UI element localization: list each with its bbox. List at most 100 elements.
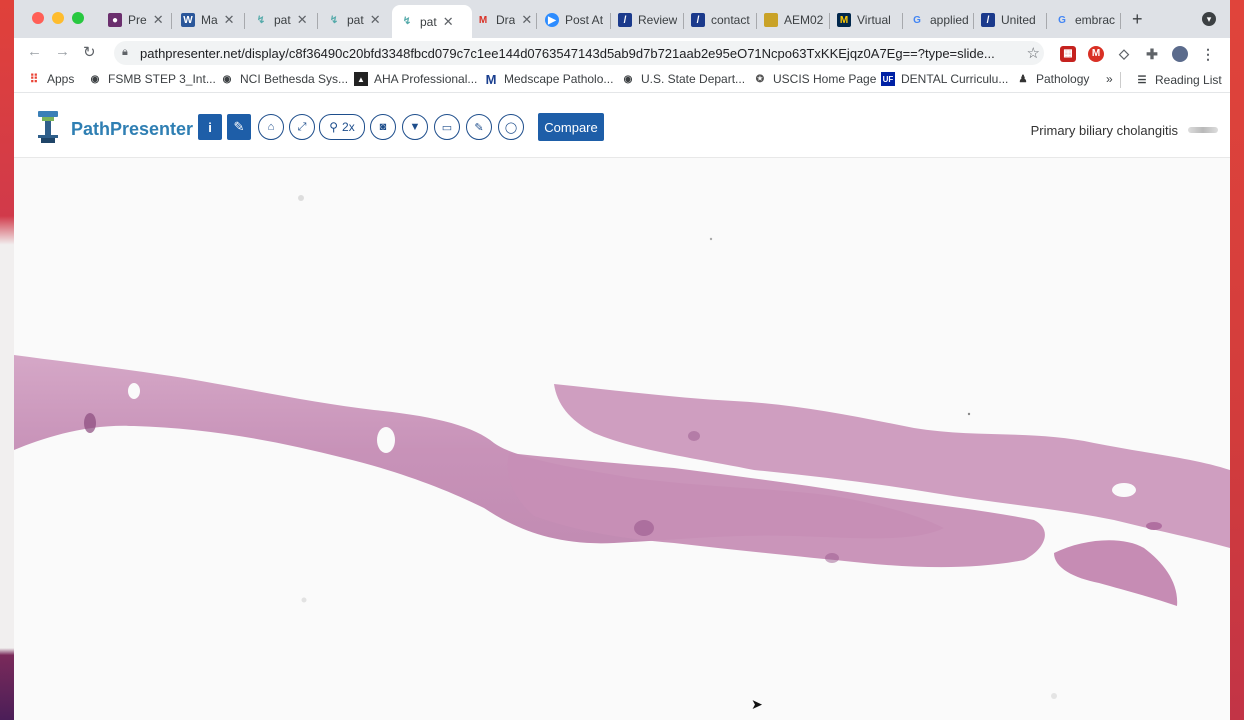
bookmarks-overflow-button[interactable]: » [1106,72,1113,86]
back-arrow-icon[interactable]: ← [27,43,42,60]
url-text[interactable]: pathpresenter.net/display/c8f36490c20bfd… [140,46,995,61]
tab-favicon-icon: / [981,13,995,27]
tab-title: Pre [128,13,147,27]
close-tab-icon[interactable]: ✕ [521,12,532,28]
snapshot-button[interactable]: ◙ [370,114,396,140]
bookmark-item[interactable]: ▲ AHA Professional... [354,72,477,86]
magnifier-icon: ⚲ [329,120,339,134]
close-tab-icon[interactable]: ✕ [370,12,381,28]
shield-icon[interactable]: ◇ [1116,46,1132,62]
close-tab-icon[interactable]: ✕ [224,12,235,28]
forward-arrow-icon[interactable]: → [55,43,70,60]
browser-tab[interactable]: M Virtual [837,5,891,35]
tissue-section-image [14,195,1230,699]
slide-viewer[interactable]: ➤ [14,158,1230,720]
present-button[interactable]: ▭ [434,114,460,140]
rotate-button[interactable]: ◯ [498,114,524,140]
new-tab-plus-icon[interactable]: + [1132,9,1143,30]
lock-icon: 🔒︎ [122,46,128,58]
tab-title: Review [638,13,678,27]
desktop-background-right [1230,0,1244,720]
extension-m-icon[interactable]: M [1088,46,1104,62]
info-button[interactable]: i [198,114,222,140]
extension-icon[interactable]: ▦ [1060,46,1076,62]
bookmark-item[interactable]: ♟ Pathology [1016,72,1090,86]
compare-button[interactable]: Compare [538,113,604,141]
browser-menu-icon[interactable]: ⋮ [1200,46,1216,62]
address-bar[interactable]: 🔒︎ pathpresenter.net/display/c8f36490c20… [114,41,1044,65]
desktop-background-left [0,0,14,720]
browser-tab[interactable]: W Ma ✕ [181,5,235,35]
slide-thumbnail[interactable] [1188,127,1218,133]
close-window-button[interactable] [32,12,44,24]
michigan-icon: M [837,13,851,27]
bookmark-item[interactable]: UF DENTAL Curriculu... [881,72,1008,86]
home-button[interactable]: ⌂ [258,114,284,140]
extensions-puzzle-icon[interactable]: ✚ [1144,46,1160,62]
address-bar-row: ← → ↻ 🔒︎ pathpresenter.net/display/c8f36… [14,38,1230,68]
tab-title: Dra [496,13,516,27]
tab-favicon-icon: ↯ [402,16,412,27]
minimize-window-button[interactable] [52,12,64,24]
bookmark-star-icon[interactable]: ☆ [1027,44,1040,62]
monitor-icon: ▭ [441,121,453,134]
folder-icon [764,13,778,27]
browser-tab[interactable]: ▶ Post At [545,5,603,35]
bookmarks-bar: ⠿ Apps ◉ FSMB STEP 3_Int... ◉ NCI Bethes… [14,68,1230,93]
camera-icon: ◙ [379,121,387,133]
google-icon: G [913,14,921,26]
fullscreen-button[interactable]: ⤢ [289,114,315,140]
attachments-button[interactable]: ✎ [227,114,251,140]
browser-tab[interactable]: / contact [691,5,750,35]
brand-name: PathPresenter [71,119,194,139]
annotate-button[interactable]: ✎ [466,114,492,140]
browser-tab[interactable]: / Review [618,5,677,35]
rotate-icon: ◯ [504,121,518,134]
maximize-window-button[interactable] [72,12,84,24]
close-tab-icon[interactable]: ✕ [297,12,308,28]
tab-title: Post At [565,13,604,27]
medscape-icon: M [485,71,497,87]
browser-tab[interactable]: AEM02 [764,5,823,35]
reload-icon[interactable]: ↻ [83,43,96,61]
diagnosis-title: Primary biliary cholangitis [1030,123,1178,138]
pencil-icon: ✎ [474,121,484,134]
paperclip-icon: ✎ [233,119,245,134]
tab-strip: ● Pre ✕ W Ma ✕ ↯ pat ✕ ↯ pat ✕ ↯ pat ✕ M [14,0,1230,38]
profile-avatar[interactable] [1172,46,1188,62]
tab-title: United [1001,13,1036,27]
mouse-cursor-icon: ➤ [751,696,763,712]
apps-grid-icon: ⠿ [29,72,39,86]
bookmark-item[interactable]: ◉ FSMB STEP 3_Int... [88,72,216,86]
viewer-toolbar: PathPresenter i ✎ ⌂ ⤢ ⚲ 2x ◙ ▼ ▭ ✎ ◯ Com… [14,93,1230,158]
info-icon: i [208,119,212,135]
tab-search-chevron-icon[interactable]: ▾ [1202,12,1216,26]
browser-tab[interactable]: ↯ pat ✕ [327,5,381,35]
bookmark-item[interactable]: ◉ U.S. State Depart... [621,72,745,86]
aha-icon: ▲ [354,72,368,86]
close-tab-icon[interactable]: ✕ [443,14,454,30]
bookmark-apps[interactable]: ⠿ Apps [27,72,75,86]
browser-tab[interactable]: G applied [910,5,969,35]
browser-tab[interactable]: ↯ pat ✕ [254,5,308,35]
browser-tab[interactable]: / United [981,5,1036,35]
browser-tab[interactable]: ● Pre ✕ [108,5,164,35]
tab-favicon-icon: ↯ [256,14,266,26]
tab-favicon-icon: W [181,13,195,27]
browser-tab[interactable]: M Dra ✕ [476,5,532,35]
reading-list-button[interactable]: ☰ Reading List [1120,72,1222,88]
bookmark-item[interactable]: ◉ NCI Bethesda Sys... [220,72,348,86]
microscope-logo-icon [38,111,58,143]
zoom-level-button[interactable]: ⚲ 2x [319,114,365,140]
tab-title: embrac [1075,13,1116,27]
browser-tab-active[interactable]: ↯ pat ✕ [392,5,472,38]
browser-tab[interactable]: G embrac [1055,5,1115,35]
filter-button[interactable]: ▼ [402,114,428,140]
globe-icon: ◉ [90,73,100,85]
bookmark-item[interactable]: M Medscape Patholo... [484,71,614,87]
bookmark-item[interactable]: ✪ USCIS Home Page [753,72,877,86]
person-icon: ♟ [1018,73,1028,85]
close-tab-icon[interactable]: ✕ [153,12,164,28]
uf-icon: UF [881,72,895,86]
tab-title: applied [930,13,969,27]
